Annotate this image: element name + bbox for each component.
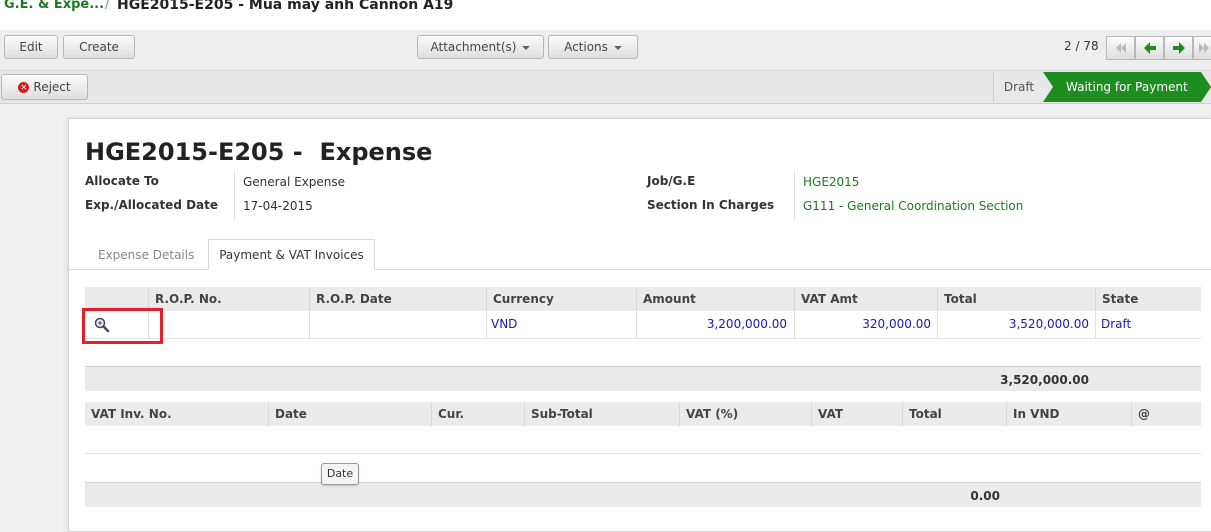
stage-waiting-label: Waiting for Payment (1066, 80, 1188, 94)
doc-id: HGE2015-E205 (85, 138, 285, 166)
previous-record-button[interactable] (1135, 36, 1164, 60)
vat-table-footer: 0.00 (85, 482, 1201, 507)
vat-amt-cell: 320,000.00 (862, 317, 931, 331)
highlight-box (82, 308, 163, 344)
vat-table-header: VAT Inv. No. Date Cur. Sub-Total VAT (%)… (85, 402, 1201, 426)
stage-waiting-for-payment[interactable]: Waiting for Payment (1043, 72, 1211, 102)
allocate-to-value: General Expense (243, 175, 346, 189)
job-ge-link[interactable]: HGE2015 (803, 175, 859, 189)
vat-footer-total: 0.00 (970, 489, 1000, 503)
column-header-total[interactable]: Total (902, 402, 1006, 426)
column-header-rop-no[interactable]: R.O.P. No. (148, 287, 309, 311)
last-icon (1199, 43, 1209, 53)
last-record-button[interactable] (1193, 36, 1211, 60)
actions-label: Actions (564, 40, 608, 54)
column-header-date[interactable]: Date (268, 402, 431, 426)
arrow-left-icon (1144, 42, 1156, 54)
breadcrumb-parent-link[interactable]: G.E. & Expe... (4, 0, 104, 12)
field-divider (794, 170, 795, 220)
field-divider (234, 170, 235, 220)
breadcrumb-separator: / (105, 0, 110, 12)
column-header-currency[interactable]: Currency (486, 287, 636, 311)
allocate-to-label: Allocate To (85, 174, 159, 188)
actions-dropdown[interactable]: Actions (548, 35, 638, 59)
tab-expense-details[interactable]: Expense Details (98, 240, 194, 270)
attachments-dropdown[interactable]: Attachment(s) (417, 35, 544, 59)
reject-label: Reject (33, 80, 71, 94)
amount-cell: 3,200,000.00 (706, 317, 787, 331)
first-record-button[interactable] (1106, 36, 1135, 60)
row-divider (85, 338, 1201, 339)
column-header-total[interactable]: Total (937, 287, 1095, 311)
column-header-vat[interactable]: VAT (811, 402, 902, 426)
column-header-cur[interactable]: Cur. (431, 402, 524, 426)
column-header-in-vnd[interactable]: In VND (1006, 402, 1131, 426)
column-header-attachment[interactable]: @ (1131, 402, 1201, 426)
job-ge-label: Job/G.E (647, 174, 696, 188)
column-header-amount[interactable]: Amount (636, 287, 794, 311)
reject-button[interactable]: ✕ Reject (1, 74, 88, 100)
attachments-label: Attachment(s) (430, 40, 517, 54)
column-header-vat-inv-no[interactable]: VAT Inv. No. (85, 402, 268, 426)
tab-payment-vat-invoices[interactable]: Payment & VAT Invoices (208, 239, 375, 270)
state-cell: Draft (1101, 317, 1132, 331)
payment-table-header: R.O.P. No. R.O.P. Date Currency Amount V… (85, 287, 1201, 311)
total-cell: 3,520,000.00 (1008, 317, 1089, 331)
column-header-rop-date[interactable]: R.O.P. Date (309, 287, 486, 311)
close-circle-icon: ✕ (18, 82, 30, 93)
arrow-right-icon (1173, 42, 1185, 54)
payment-footer-total: 3,520,000.00 (1000, 373, 1089, 387)
chevron-down-icon (522, 45, 531, 50)
payment-table-footer: 3,520,000.00 (85, 366, 1201, 391)
column-header-vat-amt[interactable]: VAT Amt (794, 287, 937, 311)
row-divider (85, 453, 1201, 454)
currency-cell: VND (491, 317, 518, 331)
pager-counter: 2 / 78 (1064, 39, 1099, 53)
allocated-date-label: Exp./Allocated Date (85, 198, 219, 212)
column-header-state[interactable]: State (1095, 287, 1201, 311)
first-icon (1116, 43, 1126, 53)
chevron-down-icon (613, 45, 622, 50)
page-title: HGE2015-E205 - Expense (85, 138, 433, 166)
section-in-charges-link[interactable]: G111 - General Coordination Section (803, 199, 1023, 213)
column-header-sub-total[interactable]: Sub-Total (524, 402, 679, 426)
next-record-button[interactable] (1164, 36, 1193, 60)
doc-type: Expense (319, 138, 433, 166)
allocated-date-value: 17-04-2015 (243, 199, 313, 213)
create-button[interactable]: Create (63, 35, 135, 59)
stage-draft[interactable]: Draft (993, 72, 1044, 102)
cell-divider (486, 311, 487, 338)
column-header-vat-percent[interactable]: VAT (%) (679, 402, 811, 426)
edit-button[interactable]: Edit (4, 35, 58, 59)
section-in-charges-label: Section In Charges (647, 198, 775, 212)
cell-divider (1095, 311, 1096, 338)
cell-divider (309, 311, 310, 338)
date-tooltip: Date (321, 463, 359, 485)
breadcrumb-current-title: HGE2015-E205 - Mua máy ảnh Cannon A19 (117, 0, 454, 13)
